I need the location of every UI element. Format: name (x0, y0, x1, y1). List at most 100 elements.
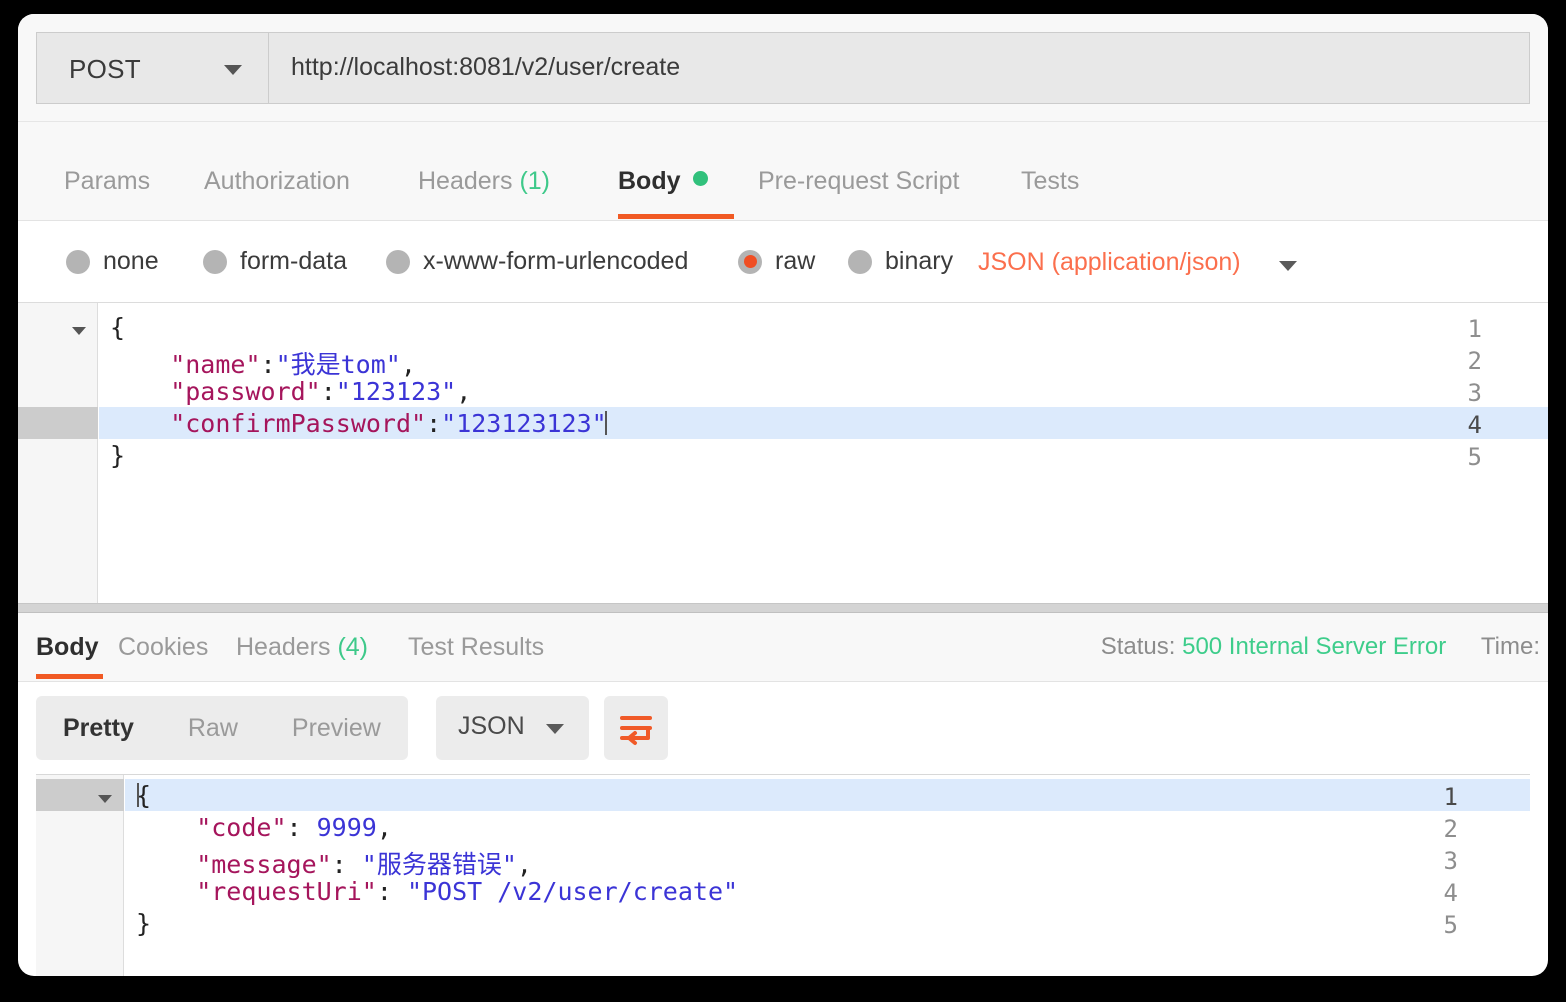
line-number: 5 (1443, 911, 1458, 939)
status-value: 500 Internal Server Error (1182, 633, 1447, 660)
body-type-binary[interactable]: binary (848, 247, 953, 276)
code-token: , (376, 813, 392, 842)
request-body-editor[interactable]: 1 {2 "name":"我是tom", 3 "password":"123123"… (18, 303, 1548, 603)
line-number: 2 (1443, 815, 1458, 843)
body-type-label: form-data (240, 247, 347, 275)
format-dropdown[interactable]: JSON (436, 696, 589, 760)
view-mode-raw[interactable]: Raw (161, 714, 265, 743)
code-line: "name":"我是tom", (110, 345, 416, 381)
header-count: (4) (330, 633, 368, 661)
view-mode-preview[interactable]: Preview (265, 714, 408, 743)
line-number: 3 (1467, 379, 1482, 407)
active-line-highlight (125, 779, 1530, 811)
request-tab-headers[interactable]: Headers (1) (418, 167, 550, 196)
request-tab-params[interactable]: Params (64, 167, 150, 196)
code-token: , (516, 850, 532, 879)
radio-icon[interactable] (386, 249, 410, 274)
status-label: Status: (1100, 633, 1176, 660)
code-line: } (136, 909, 151, 938)
header-count: (1) (512, 167, 550, 195)
code-token: : (426, 409, 442, 438)
body-type-label: x-www-form-urlencoded (423, 247, 689, 275)
code-token: } (110, 441, 126, 470)
status-badge: Status: 500 Internal Server Error Time: (1101, 633, 1540, 661)
url-input[interactable]: http://localhost:8081/v2/user/create (268, 32, 1530, 104)
radio-icon[interactable] (203, 249, 227, 274)
response-tab-bar: Status: 500 Internal Server Error Time: … (18, 613, 1548, 682)
pane-splitter[interactable] (18, 603, 1548, 613)
request-tab-tests[interactable]: Tests (1021, 167, 1079, 196)
code-token: "name" (110, 350, 261, 379)
body-type-raw[interactable]: raw (738, 247, 815, 276)
code-token: "password" (110, 377, 321, 406)
body-type-none[interactable]: none (66, 247, 159, 276)
line-number: 5 (1467, 443, 1482, 471)
text-cursor (605, 411, 607, 435)
line-number: 2 (1467, 347, 1482, 375)
chevron-down-icon[interactable] (546, 724, 564, 734)
code-token: "服务器错误" (361, 850, 517, 879)
request-tab-authorization[interactable]: Authorization (204, 167, 350, 196)
method-selector[interactable]: POST (36, 32, 268, 104)
radio-icon[interactable] (66, 249, 90, 274)
code-line: "password":"123123", (110, 377, 471, 406)
active-tab-underline (618, 214, 734, 219)
chevron-down-icon[interactable] (224, 65, 242, 75)
view-mode-group: Pretty Raw Preview (36, 696, 408, 760)
body-type-label: binary (885, 247, 954, 275)
active-tab-underline (36, 674, 103, 679)
code-line: "message": "服务器错误", (136, 845, 532, 881)
word-wrap-icon[interactable] (604, 696, 668, 760)
line-number: 1 (1443, 783, 1458, 811)
body-type-x-www-form-urlencoded[interactable]: x-www-form-urlencoded (386, 247, 688, 276)
line-number: 1 (1467, 315, 1482, 343)
request-tab-pre-request-script[interactable]: Pre-request Script (758, 167, 959, 196)
code-token: "code" (136, 813, 287, 842)
code-token: } (136, 909, 152, 938)
url-text: http://localhost:8081/v2/user/create (291, 53, 681, 81)
code-line: "code": 9999, (136, 813, 392, 842)
format-label: JSON (458, 712, 525, 740)
code-token: : (286, 813, 317, 842)
code-line: } (110, 441, 125, 470)
request-tab-body[interactable]: Body (618, 167, 708, 196)
radio-icon[interactable] (738, 249, 762, 274)
response-tab-headers[interactable]: Headers (4) (236, 633, 368, 662)
code-line: { (110, 313, 125, 342)
body-present-dot (692, 171, 708, 186)
code-token: "message" (136, 850, 332, 879)
code-token: "我是tom" (275, 350, 401, 379)
postman-window: POST http://localhost:8081/v2/user/creat… (18, 14, 1548, 976)
text-cursor (137, 783, 139, 807)
code-line: "requestUri": "POST /v2/user/create" (136, 877, 738, 906)
response-body-editor[interactable]: 1{2 "code": 9999, 3 "message": "服务器错误", 4 … (36, 774, 1530, 976)
code-token: 9999 (316, 813, 377, 842)
line-number: 3 (1443, 847, 1458, 875)
body-type-form-data[interactable]: form-data (203, 247, 347, 276)
response-tab-test-results[interactable]: Test Results (408, 633, 544, 662)
code-token: : (331, 850, 362, 879)
fold-caret-icon[interactable] (98, 795, 112, 803)
response-tab-body[interactable]: Body (36, 633, 99, 662)
code-token: "POST /v2/user/create" (406, 877, 739, 906)
body-type-row: JSON (application/json) none form-data x-w… (18, 221, 1548, 303)
content-type-dropdown[interactable]: JSON (application/json) (978, 248, 1241, 277)
fold-caret-icon[interactable] (72, 327, 86, 335)
code-token: "requestUri" (136, 877, 377, 906)
response-tab-cookies[interactable]: Cookies (118, 633, 208, 662)
time-label: Time: (1480, 633, 1540, 660)
code-token: : (376, 877, 407, 906)
code-token: { (110, 313, 126, 342)
code-token: : (260, 350, 276, 379)
body-type-label: none (103, 247, 159, 275)
line-number: 4 (1443, 879, 1458, 907)
view-mode-pretty[interactable]: Pretty (36, 714, 161, 743)
line-number-gutter (18, 303, 98, 603)
chevron-down-icon[interactable] (1279, 261, 1297, 271)
body-type-label: raw (775, 247, 816, 275)
line-number: 4 (1467, 411, 1482, 439)
active-line-gutter-highlight (18, 407, 98, 439)
code-token: : (320, 377, 336, 406)
response-view-toolbar: Pretty Raw Preview JSON (18, 682, 1548, 774)
radio-icon[interactable] (848, 249, 872, 274)
